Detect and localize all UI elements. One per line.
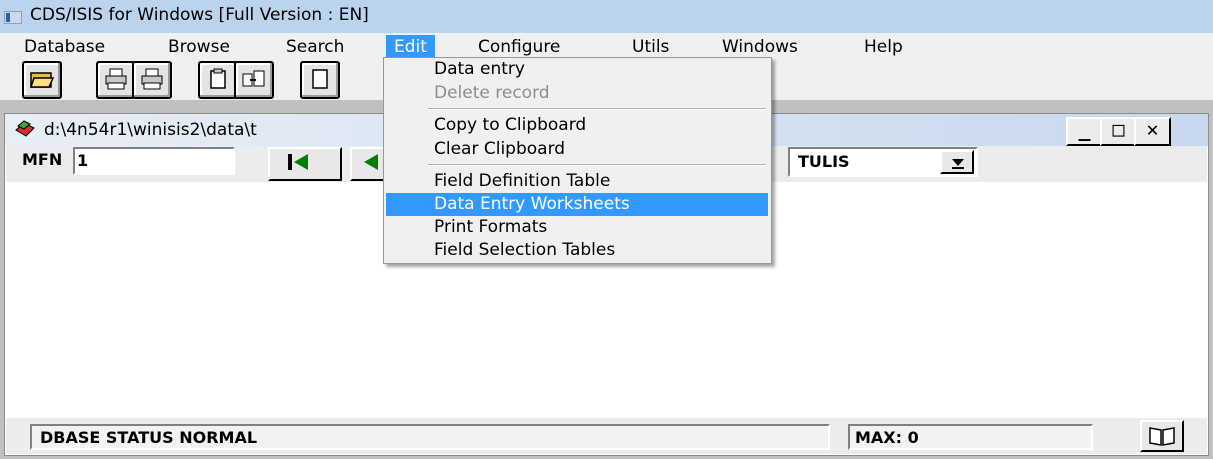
close-button[interactable]: ✕ <box>1134 117 1171 146</box>
menu-item-copy-to-clipboard[interactable]: Copy to Clipboard <box>386 114 768 137</box>
database-select-value: TULIS <box>798 152 850 171</box>
dictionary-button[interactable] <box>1140 420 1184 452</box>
menu-configure[interactable]: Configure <box>470 35 568 59</box>
document-icon <box>312 69 328 89</box>
window-title: CDS/ISIS for Windows [Full Version : EN] <box>30 5 369 25</box>
menu-item-data-entry[interactable]: Data entry <box>386 58 768 81</box>
menu-browse[interactable]: Browse <box>160 35 238 59</box>
chevron-down-icon[interactable] <box>940 150 974 174</box>
clipboard-button[interactable] <box>198 61 238 99</box>
folder-open-icon <box>30 72 54 88</box>
previous-record-icon <box>364 154 378 170</box>
mfn-label: MFN <box>22 150 63 169</box>
menu-separator <box>428 108 766 110</box>
database-status: DBASE STATUS NORMAL <box>40 428 258 447</box>
print-txt-icon <box>105 68 127 90</box>
document-button[interactable] <box>300 61 340 99</box>
app-icon[interactable] <box>4 11 22 24</box>
menu-windows[interactable]: Windows <box>714 35 806 59</box>
book-icon <box>1149 427 1175 446</box>
menu-item-field-definition-table[interactable]: Field Definition Table <box>386 170 768 193</box>
first-record-icon <box>288 154 308 170</box>
print-rtf-button[interactable] <box>132 61 172 99</box>
mfn-input[interactable]: 1 <box>73 147 235 175</box>
clipboard-icon <box>210 68 226 89</box>
minimize-button[interactable]: _ <box>1066 117 1103 146</box>
copy-to-clipboard-icon <box>242 70 265 87</box>
copy-to-clipboard-button[interactable] <box>234 61 274 99</box>
database-window-title: d:\4n54r1\winisis2\data\t <box>44 120 257 140</box>
menu-help[interactable]: Help <box>856 35 911 59</box>
max-mfn: MAX: 0 <box>855 428 919 447</box>
menu-search[interactable]: Search <box>278 35 352 59</box>
menu-item-clear-clipboard[interactable]: Clear Clipboard <box>386 138 768 161</box>
menu-utils[interactable]: Utils <box>624 35 677 59</box>
first-record-button[interactable] <box>268 147 342 181</box>
menu-item-print-formats[interactable]: Print Formats <box>386 216 768 239</box>
menu-item-data-entry-worksheets[interactable]: Data Entry Worksheets <box>386 193 768 216</box>
menu-item-delete-record[interactable]: Delete record <box>386 82 768 105</box>
menu-database[interactable]: Database <box>16 35 113 59</box>
maximize-button[interactable]: □ <box>1100 117 1137 146</box>
open-database-button[interactable] <box>22 61 62 99</box>
menu-item-field-selection-tables[interactable]: Field Selection Tables <box>386 239 768 262</box>
menu-separator <box>428 164 766 166</box>
print-txt-button[interactable] <box>96 61 136 99</box>
print-rtf-icon <box>141 68 163 90</box>
menu-edit[interactable]: Edit <box>386 35 435 59</box>
database-icon <box>15 120 35 137</box>
